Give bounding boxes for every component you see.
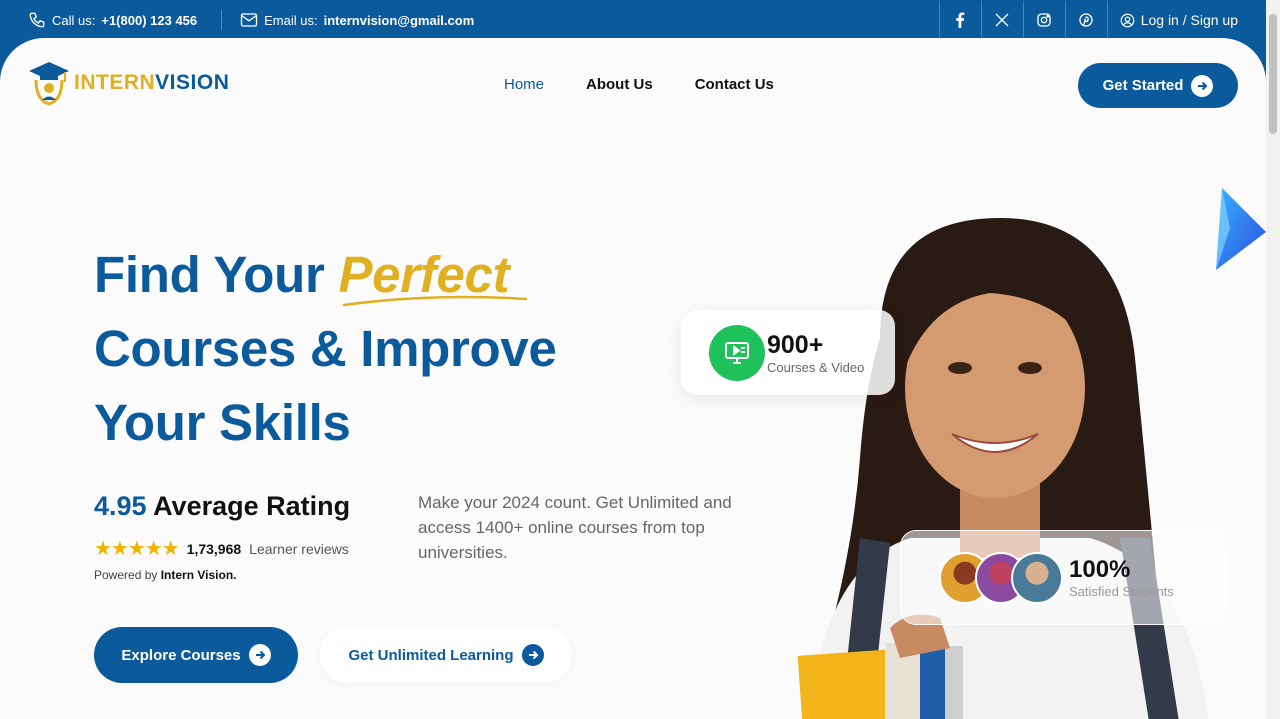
facebook-icon bbox=[956, 12, 965, 28]
top-bar: Call us: +1(800) 123 456 Email us: inter… bbox=[0, 0, 1266, 40]
underline-swash-icon bbox=[342, 295, 528, 307]
get-started-label: Get Started bbox=[1102, 77, 1184, 94]
average-rating: 4.95 Average Rating bbox=[94, 491, 350, 522]
arrow-right-icon bbox=[521, 644, 544, 666]
get-unlimited-label: Get Unlimited Learning bbox=[348, 646, 514, 664]
login-link[interactable]: Log in / Sign up bbox=[1106, 1, 1266, 39]
students-stat-text: 100% Satisfied Students bbox=[1069, 556, 1174, 599]
powered-brand: Intern Vision. bbox=[160, 568, 237, 582]
courses-label: Courses & Video bbox=[767, 359, 865, 375]
arrow-right-icon bbox=[1191, 74, 1214, 97]
main-panel: INTERNVISION Home About Us Contact Us Ge… bbox=[0, 38, 1266, 719]
rating-value: 4.95 bbox=[94, 491, 147, 521]
nav-contact-us[interactable]: Contact Us bbox=[695, 76, 774, 93]
arrow-right-icon bbox=[248, 644, 271, 666]
x-link[interactable] bbox=[980, 1, 1023, 39]
instagram-link[interactable] bbox=[1022, 1, 1065, 39]
hero-title-line3: Your Skills bbox=[94, 394, 351, 451]
get-unlimited-learning-button[interactable]: Get Unlimited Learning bbox=[320, 627, 572, 683]
instagram-icon bbox=[1037, 13, 1051, 27]
logo-text: INTERNVISION bbox=[74, 71, 229, 95]
divider bbox=[221, 10, 223, 30]
reviews-count: 1,73,968 bbox=[186, 540, 242, 557]
page-scrollbar[interactable] bbox=[1266, 0, 1280, 719]
topbar-right: Log in / Sign up bbox=[938, 1, 1266, 39]
video-course-icon bbox=[709, 324, 765, 381]
call-number: +1(800) 123 456 bbox=[101, 12, 198, 28]
students-label: Satisfied Students bbox=[1069, 584, 1174, 599]
powered-label: Powered by bbox=[94, 568, 158, 582]
avatar bbox=[1011, 551, 1063, 604]
contact-info: Call us: +1(800) 123 456 Email us: inter… bbox=[0, 0, 474, 40]
login-label: Log in / Sign up bbox=[1140, 12, 1238, 28]
graduation-cap-icon bbox=[29, 62, 69, 106]
reviews-label: Learner reviews bbox=[249, 540, 349, 557]
nav-about-us[interactable]: About Us bbox=[586, 76, 653, 93]
get-started-button[interactable]: Get Started bbox=[1078, 63, 1238, 108]
logo-text-vision: VISION bbox=[155, 71, 230, 94]
site-logo[interactable]: INTERNVISION bbox=[28, 60, 229, 106]
hero-title-line2: Courses & Improve bbox=[94, 320, 557, 377]
powered-by: Powered by Intern Vision. bbox=[94, 568, 237, 582]
scrollbar-thumb[interactable] bbox=[1269, 14, 1277, 134]
student-photo bbox=[797, 218, 1209, 719]
hero-title: Find Your Perfect Courses & Improve Your… bbox=[94, 238, 557, 460]
explore-courses-button[interactable]: Explore Courses bbox=[94, 627, 298, 683]
courses-count: 900+ bbox=[767, 330, 824, 359]
explore-courses-label: Explore Courses bbox=[121, 646, 241, 664]
students-percent: 100% bbox=[1069, 556, 1131, 583]
rating-label: Average Rating bbox=[153, 491, 351, 521]
user-icon bbox=[1120, 13, 1135, 27]
courses-stat-card: 900+ Courses & Video bbox=[681, 310, 895, 395]
email-label: Email us: bbox=[264, 12, 318, 28]
call-label: Call us: bbox=[52, 12, 96, 28]
student-avatars bbox=[939, 551, 1063, 604]
main-nav: Home About Us Contact Us bbox=[504, 76, 774, 93]
courses-stat-text: 900+ Courses & Video bbox=[767, 331, 864, 375]
reviews-row: ★★★★★ 1,73,968 Learner reviews bbox=[94, 536, 349, 561]
email-address: internvision@gmail.com bbox=[323, 12, 475, 28]
facebook-link[interactable] bbox=[938, 1, 981, 39]
star-rating-icon: ★★★★★ bbox=[94, 538, 180, 560]
nav-home[interactable]: Home bbox=[504, 76, 544, 93]
pinterest-icon bbox=[1079, 13, 1093, 27]
call-info[interactable]: Call us: +1(800) 123 456 bbox=[28, 11, 197, 29]
phone-icon bbox=[29, 12, 45, 28]
students-stat-card: 100% Satisfied Students bbox=[900, 530, 1226, 625]
hero-description: Make your 2024 count. Get Unlimited and … bbox=[418, 493, 732, 562]
hero-title-line1-a: Find Your bbox=[94, 246, 339, 303]
x-icon bbox=[995, 13, 1009, 27]
pinterest-link[interactable] bbox=[1064, 1, 1107, 39]
mail-icon bbox=[240, 13, 258, 27]
logo-text-intern: INTERN bbox=[74, 71, 156, 94]
email-info[interactable]: Email us: internvision@gmail.com bbox=[240, 12, 474, 28]
